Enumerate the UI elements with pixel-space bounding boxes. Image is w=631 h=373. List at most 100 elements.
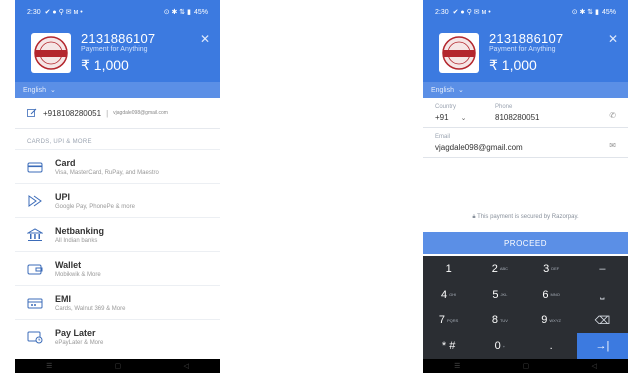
payment-method-pay-later[interactable]: Pay Later ePayLater & More [15,319,220,353]
key-letters: ABC [499,266,509,272]
keypad-key[interactable]: 2 ABC [474,256,525,282]
keypad-key[interactable]: 8 TUV [474,308,525,334]
method-text: Wallet Mobikwik & More [55,260,101,278]
phone-icon: ✆ [609,111,616,120]
key-label: 0 [494,340,501,353]
key-label: – [599,262,606,275]
status-bar: 2:30 ✔ ● ⚲ ✉ ᴍ • ⊙ ✱ ⇅ ▮ 45% [15,0,220,24]
method-title: Netbanking [55,225,105,236]
signal-icons: ⊙ ✱ ⇅ ▮ [163,8,191,16]
signal-icons: ⊙ ✱ ⇅ ▮ [571,8,599,16]
method-text: Card Visa, MasterCard, RuPay, and Maestro [55,158,159,176]
key-label: 3 [543,262,550,275]
merchant-logo [31,33,71,73]
keypad-key[interactable]: ⎵ [577,282,628,308]
merchant-logo [439,33,479,73]
backspace-key[interactable]: ⌫ [577,308,628,334]
secure-text: This payment is secured by Razorpay. [477,214,579,220]
close-icon[interactable]: ✕ [200,32,210,46]
upi-icon [27,194,43,208]
close-icon[interactable]: ✕ [608,32,618,46]
keypad-key[interactable]: 6 MNO [526,282,577,308]
home-icon[interactable]: ▢ [115,362,122,370]
keypad-key[interactable]: 7 PQRS [423,308,474,334]
country-label: Country [435,104,457,110]
merchant-id: 2131886107 [489,31,564,46]
recents-icon[interactable]: ☰ [454,362,460,370]
method-text: Netbanking All Indian banks [55,226,104,244]
payment-method-netbanking[interactable]: Netbanking All Indian banks [15,217,220,251]
secure-note: 🔒︎ This payment is secured by Razorpay. [423,214,628,221]
email-label: Email [435,134,451,140]
country-value: +91 ⌄ [435,113,495,122]
key-label: 7 [438,314,446,327]
email-field[interactable]: Email vjagdale098@gmail.com [435,134,609,157]
language-selector[interactable]: English ⌄ [15,82,220,98]
merchant-id: 2131886107 [81,31,156,46]
language-selector[interactable]: English ⌄ [423,82,628,98]
payment-method-emi[interactable]: EMI Cards, Walnut 369 & More [15,285,220,319]
method-subtitle: Google Pay, PhonePe & more [55,203,135,210]
chevron-down-icon: ⌄ [457,87,464,94]
left-phone-screen: 2:30 ✔ ● ⚲ ✉ ᴍ • ⊙ ✱ ⇅ ▮ 45% 2131886107 … [15,0,220,373]
key-label: 6 [542,288,549,301]
language-label: English [23,86,46,94]
keypad-key[interactable]: * # [423,333,474,359]
enter-key[interactable]: →| [576,333,628,359]
key-label: 9 [541,314,548,327]
proceed-button[interactable]: PROCEED [423,232,628,254]
keypad-key[interactable]: 0 + [474,333,525,359]
back-icon[interactable]: ◁ [591,362,596,370]
keypad-key[interactable]: 9 WXYZ [526,308,577,334]
recents-icon[interactable]: ☰ [46,362,52,370]
key-label: →| [595,340,610,353]
status-time: 2:30 [27,8,41,16]
separator: | [106,108,109,118]
key-label: 1 [445,262,452,275]
chevron-down-icon: ⌄ [49,87,56,94]
key-letters: + [502,343,506,349]
nav-bar: ☰ ▢ ◁ [15,359,220,373]
notification-icons: ✔ ● ⚲ ✉ ᴍ • [44,8,83,16]
method-subtitle: Mobikwik & More [55,271,101,278]
home-icon[interactable]: ▢ [523,362,530,370]
paylater-icon [27,330,43,344]
payment-method-card[interactable]: Card Visa, MasterCard, RuPay, and Maestro [15,149,220,183]
edit-icon [27,108,37,117]
emi-icon [27,296,43,310]
key-letters: JKL [500,292,508,298]
checkout-header: 2131886107 Payment for Anything ₹ 1,000 … [15,24,220,82]
contact-summary[interactable]: +918108280051 | vjagdale098@gmail.com [15,98,220,129]
battery-level: 45% [193,8,208,16]
key-letters: MNO [550,292,560,298]
lock-icon: 🔒︎ [472,214,476,220]
battery-level: 45% [601,8,616,16]
language-label: English [431,86,454,94]
keypad-key[interactable]: 5 JKL [474,282,525,308]
payment-amount: ₹ 1,000 [81,57,129,73]
chevron-down-icon: ⌄ [460,115,467,122]
key-label: 2 [491,262,498,275]
payment-amount: ₹ 1,000 [489,57,537,73]
country-code-select[interactable]: Country +91 ⌄ [435,104,495,127]
email-row: Email vjagdale098@gmail.com ✉ [423,128,628,158]
email-value: vjagdale098@gmail.com [435,143,523,152]
right-phone-screen: 2:30 ✔ ● ⚲ ✉ ᴍ • ⊙ ✱ ⇅ ▮ 45% 2131886107 … [423,0,628,373]
keypad-key[interactable]: 1 [423,256,474,282]
phone-field[interactable]: Phone 8108280051 [495,104,609,127]
keypad-key[interactable]: 3 DEF [526,256,577,282]
mail-icon: ✉ [609,141,616,150]
key-letters: TUV [499,317,508,323]
key-letters: PQRS [447,317,459,323]
keypad-key[interactable]: – [577,256,628,282]
notification-icons: ✔ ● ⚲ ✉ ᴍ • [452,8,491,16]
payment-method-upi[interactable]: UPI Google Pay, PhonePe & more [15,183,220,217]
keypad-key[interactable]: . [526,333,577,359]
method-subtitle: Visa, MasterCard, RuPay, and Maestro [55,169,159,176]
method-subtitle: Cards, Walnut 369 & More [55,305,126,312]
back-icon[interactable]: ◁ [183,362,188,370]
payment-method-wallet[interactable]: Wallet Mobikwik & More [15,251,220,285]
card-icon [27,160,43,174]
status-time: 2:30 [435,8,449,16]
keypad-key[interactable]: 4 GHI [423,282,474,308]
